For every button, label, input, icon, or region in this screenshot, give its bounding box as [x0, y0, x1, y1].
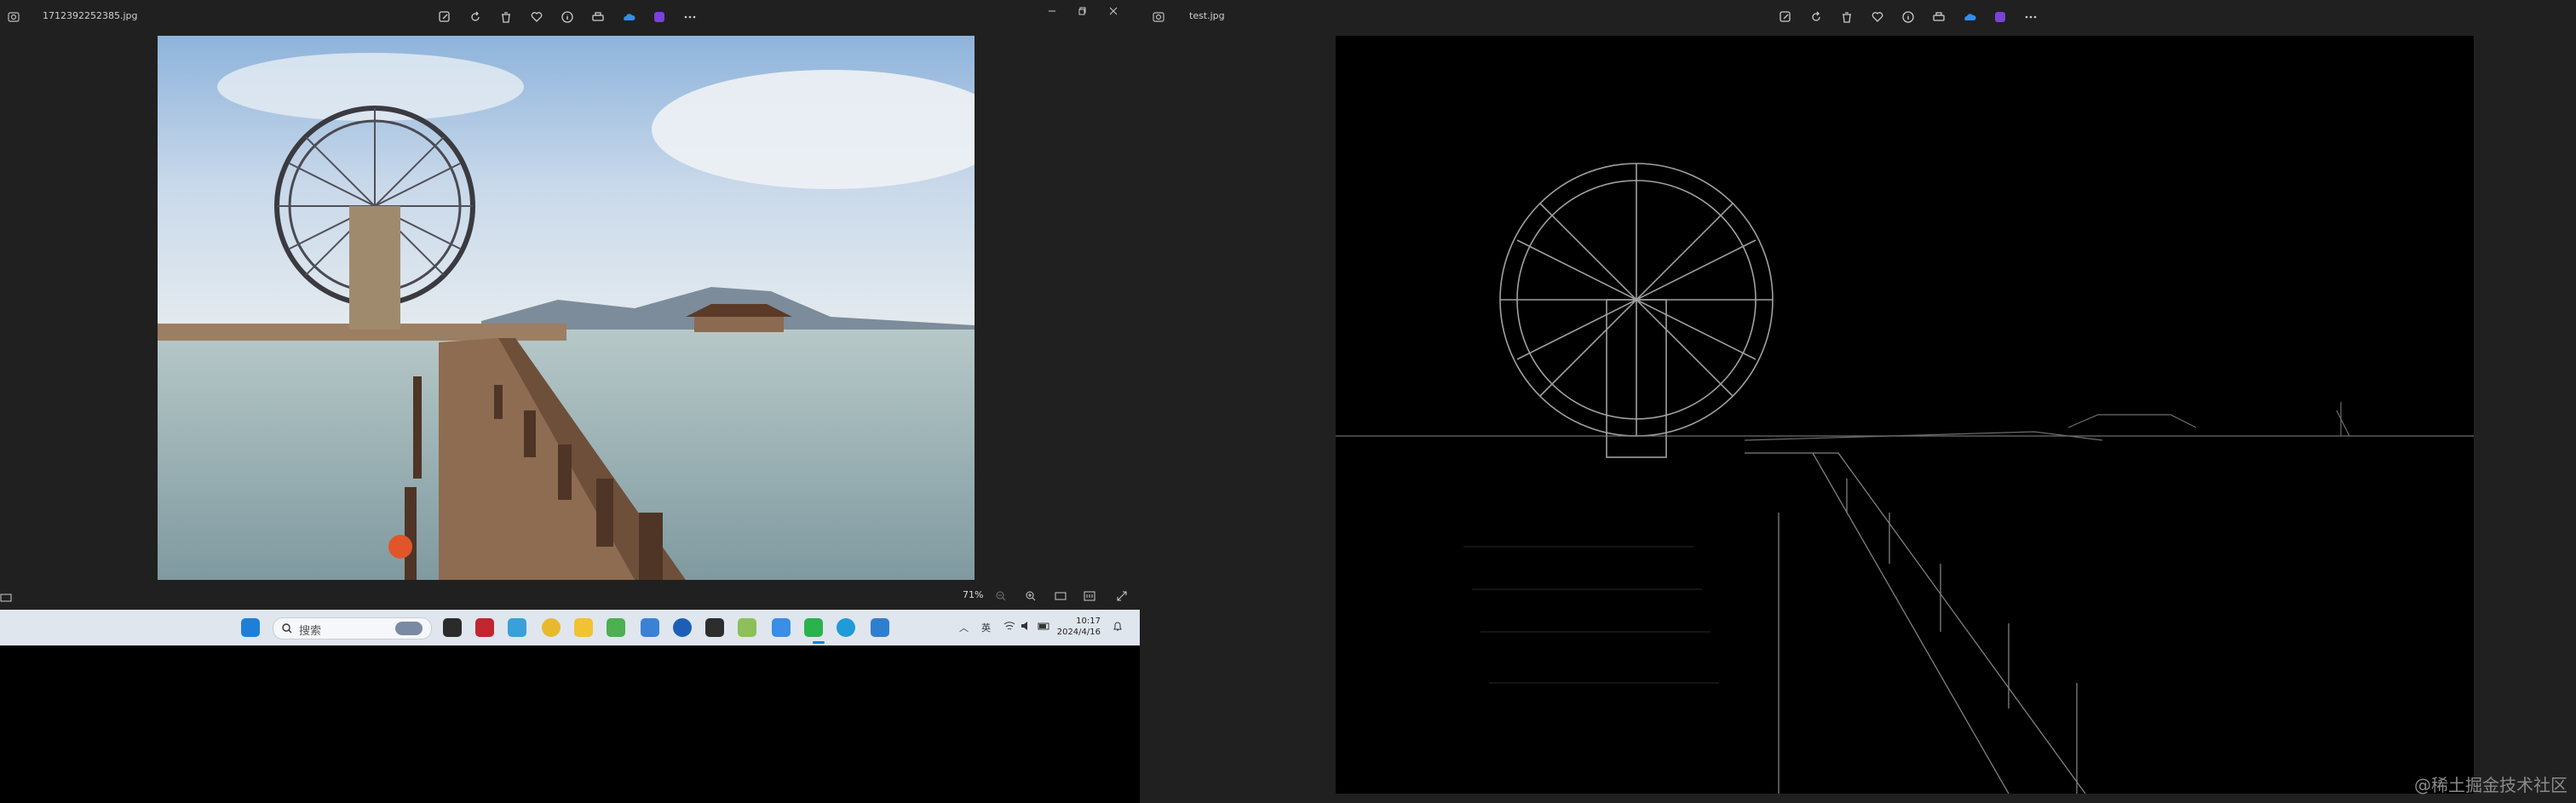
clipchamp-icon[interactable] [1992, 9, 2009, 26]
watermark: @稀土掘金技术社区 [2414, 775, 2567, 795]
volume-icon[interactable] [1021, 621, 1032, 634]
clipchamp-icon[interactable] [651, 9, 668, 26]
edit-icon[interactable] [1777, 9, 1794, 26]
toolbar [436, 9, 699, 26]
app-icon-10[interactable] [738, 618, 756, 637]
wechat-icon[interactable] [804, 618, 823, 637]
battery-icon[interactable] [1038, 621, 1051, 634]
app-icon-13[interactable] [837, 618, 855, 637]
more-icon[interactable] [2022, 9, 2039, 26]
file-name: 1712392252385.jpg [43, 10, 138, 21]
delete-icon[interactable] [497, 9, 515, 26]
title-bar[interactable]: 1712392252385.jpg [0, 0, 1140, 34]
edit-icon[interactable] [436, 9, 453, 26]
favorite-icon[interactable] [1869, 9, 1886, 26]
app-icon-6[interactable] [607, 618, 625, 637]
more-icon[interactable] [681, 9, 699, 26]
close-icon[interactable] [1102, 3, 1124, 19]
info-icon[interactable] [1900, 9, 1917, 26]
maps-icon[interactable] [673, 618, 692, 637]
photo-canvas[interactable] [1336, 36, 2474, 794]
clock[interactable]: 10:17 2024/4/16 [1057, 616, 1101, 638]
toolbar [1777, 9, 2039, 26]
start-icon[interactable] [241, 618, 260, 637]
active-indicator [813, 641, 825, 644]
rotate-icon[interactable] [467, 9, 484, 26]
zoom-out-icon[interactable] [995, 589, 1007, 605]
search-box[interactable]: 搜索 [273, 617, 432, 640]
file-name: test.jpg [1189, 10, 1225, 21]
search-highlight-icon [395, 622, 423, 635]
rotate-icon[interactable] [1808, 9, 1825, 26]
app-icon-1[interactable] [443, 618, 462, 637]
photos-window-right: test.jpg @稀土掘金技术社区 [1140, 0, 2576, 803]
onedrive-icon[interactable] [1961, 9, 1978, 26]
taskbar: 搜索 ︿ 英 10:17 2024/4/16 [0, 610, 1140, 645]
app-icon-2[interactable] [475, 618, 494, 637]
photos-app-icon [7, 10, 20, 24]
info-icon[interactable] [559, 9, 576, 26]
favorite-icon[interactable] [528, 9, 545, 26]
photos-app-icon [1152, 10, 1165, 24]
print-icon[interactable] [1930, 9, 1947, 26]
terminal-icon[interactable] [705, 618, 724, 637]
window-controls [1041, 3, 1124, 19]
chevron-up-icon[interactable]: ︿ [959, 621, 969, 634]
minimize-icon[interactable] [1041, 3, 1063, 19]
search-label: 搜索 [299, 625, 322, 638]
filmstrip-icon[interactable] [0, 590, 12, 606]
wifi-icon[interactable] [1003, 621, 1015, 634]
notification-bell-icon[interactable] [1113, 621, 1123, 634]
fullscreen-icon[interactable] [1116, 589, 1128, 605]
photo-canvas[interactable] [158, 36, 1009, 580]
title-bar[interactable]: test.jpg [1140, 0, 2576, 34]
maximize-icon[interactable] [1072, 3, 1094, 19]
bottom-bar: 71% [0, 582, 1140, 608]
delete-icon[interactable] [1838, 9, 1855, 26]
zoom-level[interactable]: 71% [963, 589, 983, 600]
actual-size-icon[interactable] [1084, 589, 1095, 605]
chrome-icon[interactable] [542, 618, 561, 637]
fit-view-icon[interactable] [1055, 589, 1067, 605]
photos-taskbar-icon[interactable] [871, 618, 889, 637]
photos-window-left: 1712392252385.jpg 71% [0, 0, 1140, 610]
date: 2024/4/16 [1056, 628, 1101, 637]
app-icon-11[interactable] [772, 618, 791, 637]
time: 10:17 [1076, 617, 1101, 626]
file-explorer-icon[interactable] [574, 618, 593, 637]
ime-indicator[interactable]: 英 [981, 621, 991, 634]
zoom-in-icon[interactable] [1025, 589, 1037, 605]
print-icon[interactable] [589, 9, 607, 26]
app-icon-3[interactable] [508, 618, 526, 637]
app-icon-7[interactable] [641, 618, 659, 637]
onedrive-icon[interactable] [620, 9, 637, 26]
